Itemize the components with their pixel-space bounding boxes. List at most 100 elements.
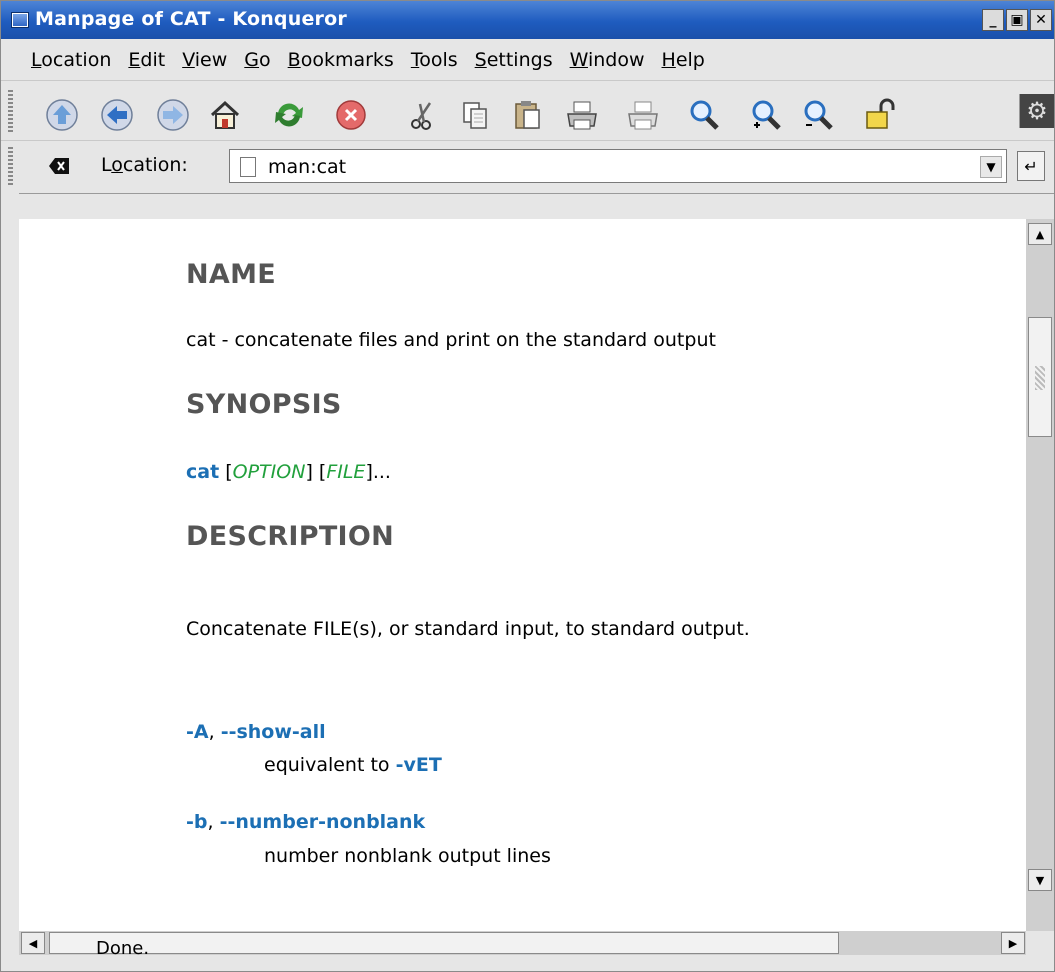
- menu-settings-label: ettings: [486, 48, 553, 71]
- zoom-in-icon[interactable]: [749, 98, 783, 132]
- menu-window-label: indow: [587, 48, 645, 71]
- option-long-link[interactable]: --number-nonblank: [220, 811, 426, 833]
- synopsis-bracket-close: ]...: [365, 461, 391, 483]
- menu-view[interactable]: View: [182, 49, 227, 71]
- clear-location-icon[interactable]: [49, 158, 69, 174]
- scroll-left-icon[interactable]: ◀: [21, 932, 45, 954]
- menu-settings[interactable]: Settings: [475, 49, 553, 71]
- window-controls: _ ▣ ✕: [982, 9, 1052, 31]
- menu-tools-mnemonic: T: [410, 48, 420, 71]
- location-label-end: cation:: [122, 154, 188, 176]
- option-number-nonblank-desc: number nonblank output lines: [264, 845, 551, 867]
- menu-tools[interactable]: Tools: [411, 49, 458, 71]
- option-separator: ,: [208, 721, 221, 743]
- heading-description: DESCRIPTION: [186, 521, 395, 552]
- menu-edit-label: dit: [140, 48, 166, 71]
- scroll-up-icon[interactable]: ▲: [1028, 223, 1052, 245]
- menu-edit-mnemonic: E: [128, 48, 141, 71]
- option-short-link[interactable]: -b: [186, 811, 208, 833]
- location-label-start: L: [101, 154, 112, 176]
- menu-view-label: iew: [194, 48, 228, 71]
- back-icon[interactable]: [100, 98, 134, 132]
- menu-go-mnemonic: G: [244, 48, 260, 71]
- menu-bookmarks[interactable]: Bookmarks: [288, 49, 394, 71]
- status-text: Done.: [96, 938, 150, 959]
- menu-bookmarks-label: ookmarks: [300, 48, 394, 71]
- menu-edit[interactable]: Edit: [128, 49, 165, 71]
- page-content[interactable]: NAME cat - concatenate files and print o…: [19, 219, 1026, 931]
- location-toolbar-grip[interactable]: [8, 147, 13, 187]
- option-desc-text: number nonblank output lines: [264, 845, 551, 867]
- zoom-out-icon[interactable]: [801, 98, 835, 132]
- menu-help-mnemonic: H: [661, 48, 676, 71]
- location-dropdown-icon[interactable]: ▼: [980, 156, 1002, 178]
- menu-location[interactable]: Location: [31, 49, 111, 71]
- security-lock-icon[interactable]: [863, 98, 897, 132]
- close-button[interactable]: ✕: [1030, 9, 1052, 31]
- synopsis-bracket-open: [: [225, 461, 233, 483]
- menu-window-mnemonic: W: [569, 48, 588, 71]
- konqueror-window: Manpage of CAT - Konqueror _ ▣ ✕ Locatio…: [0, 0, 1055, 972]
- name-text: cat - concatenate files and print on the…: [186, 329, 716, 351]
- menu-location-label: ocation: [41, 48, 112, 71]
- option-show-all-desc: equivalent to -vET: [264, 754, 442, 776]
- reload-icon[interactable]: [272, 98, 306, 132]
- horizontal-scrollbar[interactable]: ◀ ▶: [19, 931, 1026, 955]
- menu-location-mnemonic: L: [31, 48, 42, 71]
- print-frame-icon[interactable]: [626, 98, 660, 132]
- location-label: Location:: [101, 154, 188, 176]
- content-frame-edge: [1, 193, 19, 933]
- window-title: Manpage of CAT - Konqueror: [35, 8, 347, 30]
- menu-bookmarks-mnemonic: B: [287, 48, 301, 71]
- vertical-scrollbar[interactable]: ▲ ▼: [1026, 219, 1054, 931]
- menu-window[interactable]: Window: [570, 49, 645, 71]
- minimize-button[interactable]: _: [982, 9, 1004, 31]
- menu-settings-mnemonic: S: [474, 48, 487, 71]
- vertical-scroll-thumb[interactable]: [1028, 317, 1052, 437]
- heading-synopsis: SYNOPSIS: [186, 389, 342, 420]
- location-toolbar: Location: man:cat ▼ ↵: [1, 141, 1054, 194]
- menu-bar: Location Edit View Go Bookmarks Tools Se…: [1, 39, 1054, 81]
- menu-help[interactable]: Help: [662, 49, 705, 71]
- main-toolbar: ⚙: [1, 82, 1054, 141]
- option-separator: ,: [207, 811, 220, 833]
- option-number-nonblank: -b, --number-nonblank: [186, 811, 425, 833]
- location-label-mnemonic: o: [111, 154, 123, 176]
- gear-icon[interactable]: ⚙: [1019, 94, 1054, 128]
- scroll-right-icon[interactable]: ▶: [1001, 932, 1025, 954]
- maximize-button[interactable]: ▣: [1006, 9, 1028, 31]
- copy-icon[interactable]: [458, 98, 492, 132]
- print-icon[interactable]: [565, 98, 599, 132]
- option-short-link[interactable]: -A: [186, 721, 209, 743]
- menu-help-label: elp: [675, 48, 705, 71]
- location-input[interactable]: man:cat ▼: [229, 149, 1007, 183]
- paste-icon[interactable]: [511, 98, 545, 132]
- option-long-link[interactable]: --show-all: [221, 721, 326, 743]
- option-desc-ref-link[interactable]: -vET: [396, 754, 442, 776]
- scroll-down-icon[interactable]: ▼: [1028, 869, 1052, 891]
- location-value: man:cat: [268, 156, 347, 178]
- cut-icon[interactable]: [406, 98, 440, 132]
- app-window-icon[interactable]: [11, 12, 29, 28]
- horizontal-scroll-thumb[interactable]: [49, 932, 839, 954]
- menu-go-label: o: [259, 48, 271, 71]
- zoom-icon[interactable]: [687, 98, 721, 132]
- page-icon: [240, 157, 256, 177]
- menu-go[interactable]: Go: [244, 49, 270, 71]
- synopsis-bracket-mid: ] [: [305, 461, 327, 483]
- option-desc-text: equivalent to: [264, 754, 396, 776]
- menu-view-mnemonic: V: [182, 48, 195, 71]
- home-icon[interactable]: [208, 98, 242, 132]
- stop-icon[interactable]: [334, 98, 368, 132]
- synopsis-command-link[interactable]: cat: [186, 461, 219, 483]
- synopsis-file: FILE: [326, 461, 366, 483]
- up-icon[interactable]: [45, 98, 79, 132]
- title-bar[interactable]: Manpage of CAT - Konqueror _ ▣ ✕: [1, 1, 1054, 39]
- option-show-all: -A, --show-all: [186, 721, 326, 743]
- toolbar-grip[interactable]: [8, 90, 13, 134]
- forward-icon[interactable]: [156, 98, 190, 132]
- go-button[interactable]: ↵: [1017, 151, 1045, 181]
- synopsis-line: cat [OPTION] [FILE]...: [186, 461, 391, 483]
- menu-tools-label: ools: [419, 48, 458, 71]
- description-text: Concatenate FILE(s), or standard input, …: [186, 618, 750, 640]
